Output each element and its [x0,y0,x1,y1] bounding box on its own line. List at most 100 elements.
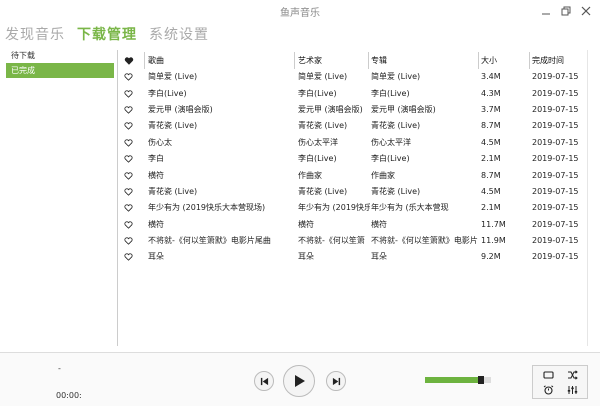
sidebar-item-completed[interactable]: 已完成 [6,63,114,78]
alarm-button[interactable] [541,384,555,396]
row-song: 青花瓷 (Live) [148,121,198,131]
row-album: 不将就-《何以笙箫默》电影片 [371,236,478,246]
row-album: 青花瓷 (Live) [371,121,421,131]
volume-slider[interactable] [425,376,491,384]
previous-icon [260,377,268,385]
table-row[interactable]: 青花瓷 (Live) 青花瓷 (Live) 青花瓷 (Live) 8.7M 2019-0… [122,118,587,134]
row-size: 9.2M [481,252,501,262]
table-row[interactable]: 李白(Live) 李白(Live) 李白(Live) 4.3M 2019-07-15 [122,85,587,101]
restore-button[interactable] [558,3,574,19]
favorite-toggle[interactable] [124,204,138,213]
close-button[interactable] [578,3,594,19]
table-row[interactable]: 简单爱 (Live) 简单爱 (Live) 简单爱 (Live) 3.4M 2019-0… [122,69,587,85]
table-row[interactable]: 爱元甲 (演唱会版) 爱元甲 (演唱会版) 爱元甲 (演唱会版) 3.7M 2019-0… [122,102,587,118]
favorite-toggle[interactable] [124,73,138,82]
heart-icon [124,139,133,147]
play-button[interactable] [283,365,315,397]
track-title: - [58,364,61,373]
row-size: 8.7M [481,121,501,131]
shuffle-button[interactable] [565,369,579,381]
favorite-toggle[interactable] [124,237,138,246]
favorite-toggle[interactable] [124,105,138,114]
row-size: 11.9M [481,236,506,246]
column-header-artist[interactable]: 艺术家 [298,55,370,67]
column-separator[interactable] [294,52,295,69]
column-separator[interactable] [368,52,369,69]
row-song: 耳朵 [148,252,164,262]
row-song: 李白 [148,154,164,164]
table-row[interactable]: 青花瓷 (Live) 青花瓷 (Live) 青花瓷 (Live) 4.5M 2019-0… [122,184,587,200]
row-artist: 李白(Live) [298,88,337,98]
minimize-button[interactable] [538,3,554,19]
table-row[interactable]: 不将就-《何以笙箫默》电影片尾曲 不将就-《何以笙箫 不将就-《何以笙箫默》电影片 1… [122,233,587,249]
favorite-toggle[interactable] [124,220,138,229]
table-row[interactable]: 耳朵 耳朵 耳朵 9.2M 2019-07-15 [122,249,587,265]
row-song: 不将就-《何以笙箫默》电影片尾曲 [148,236,271,246]
column-header-album[interactable]: 专辑 [371,55,478,67]
sidebar: 待下载 已完成 [6,48,114,346]
sidebar-item-pending[interactable]: 待下载 [6,48,114,63]
favorite-toggle[interactable] [124,187,138,196]
row-artist: 青花瓷 (Live) [298,186,348,196]
loop-icon [542,371,554,379]
loop-button[interactable] [541,369,555,381]
column-header-song[interactable]: 歌曲 [148,55,294,67]
row-date: 2019-07-15 [532,170,579,180]
column-separator[interactable] [529,52,530,69]
column-header-size[interactable]: 大小 [481,55,529,67]
row-song: 横符 [148,170,164,180]
row-size: 4.3M [481,88,501,98]
heart-icon [124,253,133,262]
column-separator[interactable] [478,52,479,69]
row-date: 2019-07-15 [532,104,579,114]
download-table: 歌曲 艺术家 专辑 大小 完成时间 简单爱 (Live) 简单爱 (Live) 简单… [122,52,587,266]
row-album: 横符 [371,219,387,229]
row-size: 2.1M [481,154,501,164]
favorite-toggle[interactable] [124,253,138,262]
table-row[interactable]: 横符 横符 横符 11.7M 2019-07-15 [122,217,587,233]
row-size: 4.5M [481,186,501,196]
heart-icon [124,155,133,163]
row-album: 简单爱 (Live) [371,72,421,82]
row-album: 李白(Live) [371,154,410,164]
heart-icon [124,188,133,196]
sidebar-divider [117,50,118,346]
row-album: 年少有为 (乐大本营现 [371,203,449,213]
table-row[interactable]: 李白 李白(Live) 李白(Live) 2.1M 2019-07-15 [122,151,587,167]
column-header-date[interactable]: 完成时间 [532,55,587,67]
heart-icon [124,122,133,131]
table-row[interactable]: 年少有为 (2019快乐大本营现场) 年少有为 (2019快乐 年少有为 (乐大本营… [122,200,587,216]
row-artist: 作曲家 [298,170,322,180]
heart-icon [124,73,133,81]
previous-button[interactable] [254,371,274,391]
table-row[interactable]: 伤心太 伤心太平洋 伤心太平洋 4.5M 2019-07-15 [122,135,587,151]
row-date: 2019-07-15 [532,252,579,262]
tab-system-settings[interactable]: 系统设置 [149,24,209,44]
row-song: 简单爱 (Live) [148,72,198,82]
table-header: 歌曲 艺术家 专辑 大小 完成时间 [122,52,587,69]
favorite-toggle[interactable] [124,138,138,147]
column-separator[interactable] [144,52,145,69]
minimize-icon [542,13,550,15]
close-icon [581,6,591,16]
tab-discover-music[interactable]: 发现音乐 [5,24,65,44]
row-album: 伤心太平洋 [371,137,411,147]
favorite-toggle[interactable] [124,122,138,131]
tab-download-manager[interactable]: 下载管理 [77,24,137,44]
heart-icon [124,204,133,213]
favorite-toggle[interactable] [124,89,138,98]
row-song: 年少有为 (2019快乐大本营现场) [148,203,266,213]
row-artist: 耳朵 [298,252,314,262]
row-size: 4.5M [481,137,501,147]
playback-time: 00:00: [56,391,82,400]
equalizer-button[interactable] [565,384,579,396]
table-row[interactable]: 横符 作曲家 作曲家 8.7M 2019-07-15 [122,167,587,183]
volume-fill [425,377,482,383]
row-song: 伤心太 [148,137,172,147]
next-button[interactable] [326,371,346,391]
row-date: 2019-07-15 [532,203,579,213]
heart-icon [124,237,133,245]
favorite-toggle[interactable] [124,171,138,180]
volume-knob[interactable] [478,376,485,384]
favorite-toggle[interactable] [124,155,138,164]
